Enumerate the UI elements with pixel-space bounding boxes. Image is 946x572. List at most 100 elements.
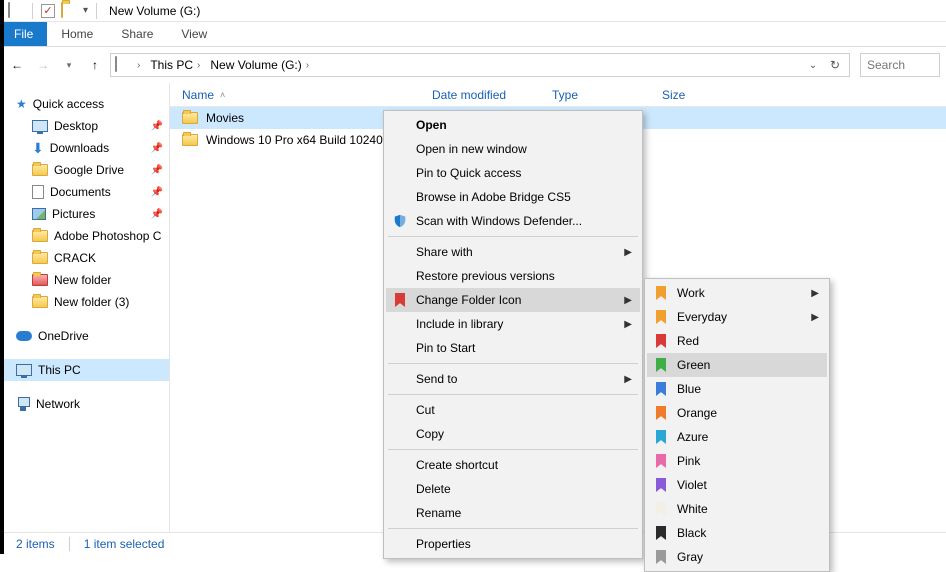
tree-item[interactable]: ⬇Downloads📌 (0, 137, 169, 159)
status-selection: 1 item selected (84, 537, 165, 551)
qat-customize-icon[interactable]: ▾ (83, 5, 88, 16)
color-option[interactable]: Pink (647, 449, 827, 473)
forward-button[interactable]: → (32, 54, 54, 76)
refresh-icon[interactable]: ↻ (825, 55, 845, 75)
tree-item-label: New folder (3) (54, 295, 129, 309)
tree-item[interactable]: Pictures📌 (0, 203, 169, 225)
color-option[interactable]: Black (647, 521, 827, 545)
tree-item[interactable]: New folder (3) (0, 291, 169, 313)
tree-item-label: Desktop (54, 119, 98, 133)
color-label: Azure (677, 430, 708, 444)
color-swatch-icon (653, 525, 669, 541)
tree-quick-access[interactable]: ★ Quick access (0, 93, 169, 115)
ribbon: File Home Share View (0, 22, 946, 47)
crumb-thispc[interactable]: This PC› (146, 54, 204, 76)
search-placeholder: Search (867, 58, 905, 72)
ctx-include-library[interactable]: Include in library▶ (386, 312, 640, 336)
tree-item[interactable]: Documents📌 (0, 181, 169, 203)
submenu-arrow-icon: ▶ (624, 374, 632, 385)
color-option[interactable]: Green (647, 353, 827, 377)
ctx-restore-versions[interactable]: Restore previous versions (386, 264, 640, 288)
folder-icon (32, 274, 48, 286)
ctx-delete[interactable]: Delete (386, 477, 640, 501)
color-label: Green (677, 358, 710, 372)
col-size[interactable]: Size (662, 88, 742, 102)
tab-file[interactable]: File (0, 22, 47, 46)
nav-bar: ← → ▾ ↑ › This PC› New Volume (G:)› ⌄ ↻ … (0, 47, 946, 83)
col-type[interactable]: Type (552, 88, 662, 102)
crumb-root[interactable]: › (133, 54, 144, 76)
color-option[interactable]: Azure (647, 425, 827, 449)
tab-home[interactable]: Home (47, 22, 107, 46)
tree-network[interactable]: Network (0, 393, 169, 415)
color-option[interactable]: Violet (647, 473, 827, 497)
ctx-send-label: Send to (416, 372, 457, 386)
tree-quick-access-label: Quick access (33, 97, 104, 111)
color-option[interactable]: Orange (647, 401, 827, 425)
tree-item[interactable]: Desktop📌 (0, 115, 169, 137)
ctx-change-folder-icon[interactable]: .bookmark::before{background:var(--c,#88… (386, 288, 640, 312)
qat-separator-2 (96, 3, 97, 19)
tree-this-pc[interactable]: This PC (0, 359, 169, 381)
tree-item-label: New folder (54, 273, 111, 287)
tree-item[interactable]: Adobe Photoshop C (0, 225, 169, 247)
ctx-open[interactable]: Open (386, 113, 640, 137)
crumb-current[interactable]: New Volume (G:)› (206, 54, 313, 76)
tree-item-label: Adobe Photoshop C (54, 229, 161, 243)
tree-item[interactable]: CRACK (0, 247, 169, 269)
submenu-arrow-icon: ▶ (811, 312, 819, 323)
ctx-send-to[interactable]: Send to ▶ (386, 367, 640, 391)
color-option[interactable]: White (647, 497, 827, 521)
address-bar[interactable]: › This PC› New Volume (G:)› ⌄ ↻ (110, 53, 850, 77)
crumb-thispc-label: This PC (150, 58, 193, 72)
ctx-cut[interactable]: Cut (386, 398, 640, 422)
ctx-properties[interactable]: Properties (386, 532, 640, 556)
tab-view[interactable]: View (167, 22, 221, 46)
ctx-scan-defender[interactable]: Scan with Windows Defender... (386, 209, 640, 233)
recent-dropdown[interactable]: ▾ (58, 54, 80, 76)
tree-item[interactable]: Google Drive📌 (0, 159, 169, 181)
color-option[interactable]: Red (647, 329, 827, 353)
ctx-rename[interactable]: Rename (386, 501, 640, 525)
color-option[interactable]: Gray (647, 545, 827, 569)
ctx-pin-quick-access[interactable]: Pin to Quick access (386, 161, 640, 185)
ctx-open-new-window[interactable]: Open in new window (386, 137, 640, 161)
color-option[interactable]: Everyday ▶ (647, 305, 827, 329)
color-label: Gray (677, 550, 703, 564)
desktop-icon (32, 120, 48, 132)
context-menu: Open Open in new window Pin to Quick acc… (383, 110, 643, 559)
ctx-browse-bridge[interactable]: Browse in Adobe Bridge CS5 (386, 185, 640, 209)
color-swatch-icon (653, 309, 669, 325)
ctx-create-shortcut[interactable]: Create shortcut (386, 453, 640, 477)
qat-newfolder-icon[interactable] (61, 3, 77, 19)
back-button[interactable]: ← (6, 54, 28, 76)
ctx-copy[interactable]: Copy (386, 422, 640, 446)
tree-this-pc-label: This PC (38, 363, 81, 377)
color-option[interactable]: Blue (647, 377, 827, 401)
column-headers: Name˄ Date modified Type Size (170, 83, 946, 107)
onedrive-icon (16, 331, 32, 341)
color-label: Red (677, 334, 699, 348)
tab-share[interactable]: Share (107, 22, 167, 46)
color-label: Everyday (677, 310, 727, 324)
ctx-share-with[interactable]: Share with▶ (386, 240, 640, 264)
search-input[interactable]: Search (860, 53, 940, 77)
submenu-arrow-icon: ▶ (624, 247, 632, 258)
up-button[interactable]: ↑ (84, 54, 106, 76)
pin-icon: 📌 (151, 165, 163, 176)
col-date[interactable]: Date modified (432, 88, 552, 102)
color-label: Work (677, 286, 705, 300)
col-name[interactable]: Name˄ (182, 88, 432, 102)
history-dropdown-icon[interactable]: ⌄ (803, 55, 823, 75)
color-swatch-icon (653, 477, 669, 493)
color-option[interactable]: Work▶ (647, 281, 827, 305)
tree-network-label: Network (36, 397, 80, 411)
qat-properties-icon[interactable]: ✓ (41, 4, 55, 18)
tree-onedrive[interactable]: OneDrive (0, 325, 169, 347)
color-swatch-icon (653, 549, 669, 565)
downloads-icon: ⬇ (32, 140, 44, 157)
color-label: Violet (677, 478, 707, 492)
tree-item[interactable]: New folder (0, 269, 169, 291)
ctx-pin-start[interactable]: Pin to Start (386, 336, 640, 360)
ctx-change-icon-label: Change Folder Icon (416, 293, 521, 307)
